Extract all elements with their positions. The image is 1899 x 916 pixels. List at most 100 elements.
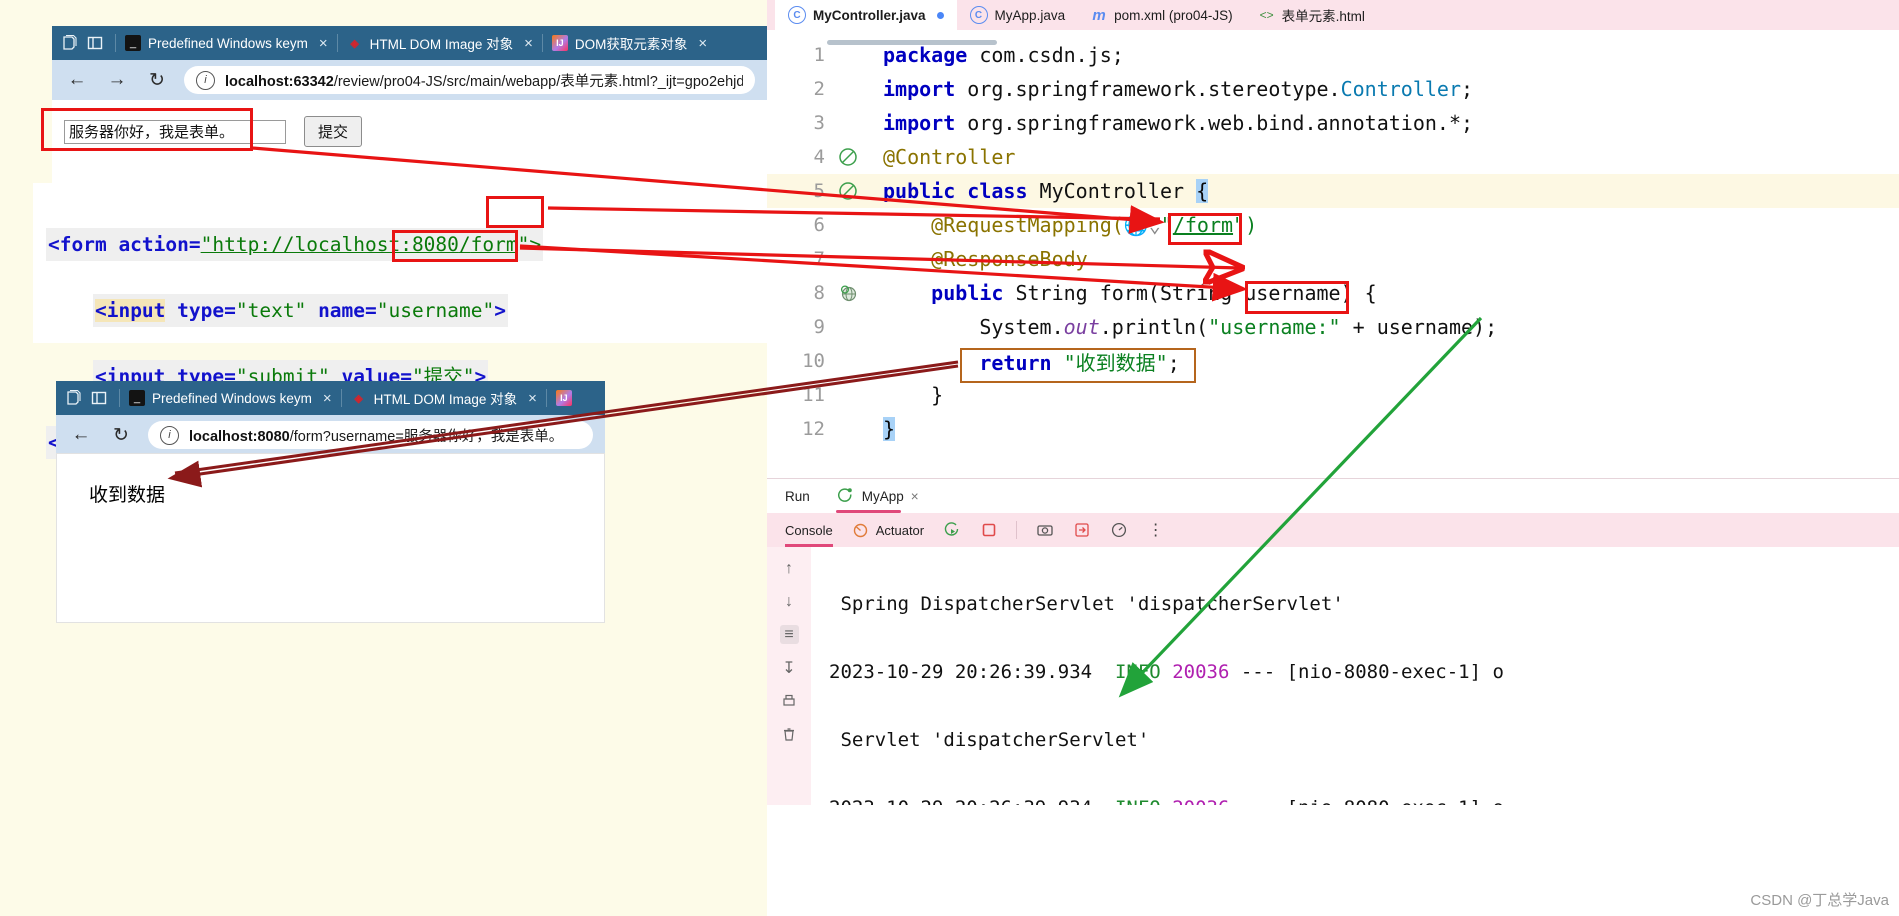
site-info-icon[interactable]: i: [160, 425, 179, 445]
code-line-7[interactable]: 7 @ResponseBody: [767, 242, 1899, 276]
stop-icon[interactable]: [979, 521, 998, 540]
console-line-3: Servlet 'dispatcherServlet': [829, 729, 1150, 751]
annotation-box-input: [41, 108, 253, 151]
ide-tab-html[interactable]: <> 表单元素.html: [1246, 0, 1378, 30]
code-text: import org.springframework.web.bind.anno…: [883, 111, 1474, 135]
src2-val1: "text": [235, 299, 307, 322]
browser2-tab-0-label: Predefined Windows keym: [152, 390, 312, 406]
browser2-tab-0-close-icon[interactable]: ×: [323, 390, 332, 407]
editor-scroll-indicator[interactable]: [827, 40, 997, 45]
spring-bean-icon[interactable]: [833, 147, 863, 167]
tabstrip-divider: [119, 389, 120, 407]
browser1-tab-0[interactable]: _ Predefined Windows keym ×: [125, 35, 328, 52]
browser1-url: localhost:63342/review/pro04-JS/src/main…: [225, 70, 743, 91]
more-options-icon[interactable]: ⋮: [1146, 521, 1165, 540]
scroll-up-icon[interactable]: ↑: [780, 559, 799, 578]
profiler-icon[interactable]: [1109, 521, 1128, 540]
run-tab-close-icon[interactable]: ×: [911, 489, 919, 504]
watermark: CSDN @丁总学Java: [1750, 892, 1889, 909]
code-line-3[interactable]: 3 import org.springframework.web.bind.an…: [767, 106, 1899, 140]
console-output-panel[interactable]: ↑ ↓ ≡ ↧ Spring DispatcherServlet 'dispat…: [767, 547, 1899, 805]
code-line-12[interactable]: 12 }: [767, 412, 1899, 446]
line-number: 2: [813, 78, 825, 100]
split-view-icon[interactable]: [84, 32, 106, 54]
browser1-tab-2-close-icon[interactable]: ×: [698, 35, 707, 52]
url-mapping-globe-icon[interactable]: 🌐⌄: [1124, 213, 1161, 237]
intellij-icon: IJ: [551, 35, 568, 51]
browser1-tab-0-close-icon[interactable]: ×: [319, 35, 328, 52]
line-number: 1: [813, 44, 825, 66]
browser2-tab-0[interactable]: _ Predefined Windows keym ×: [129, 390, 332, 407]
tab-groups-icon[interactable]: [62, 387, 84, 409]
browser1-tab-1[interactable]: ◈ HTML DOM Image 对象 ×: [347, 33, 533, 53]
browser2-page: 收到数据: [56, 453, 605, 623]
browser2-tab-1-label: HTML DOM Image 对象: [373, 392, 518, 407]
browser1-toolbar[interactable]: ← → ↻ i localhost:63342/review/pro04-JS/…: [52, 60, 767, 100]
code-line-6[interactable]: 6 @RequestMapping(🌐⌄"/form"): [767, 208, 1899, 242]
console-side-rail[interactable]: ↑ ↓ ≡ ↧: [767, 547, 811, 805]
ide-window[interactable]: C MyController.java C MyApp.java m pom.x…: [767, 0, 1899, 916]
src2-val2: "username": [376, 299, 495, 322]
console-log-text[interactable]: Spring DispatcherServlet 'dispatcherServ…: [811, 547, 1899, 805]
line-number: 4: [813, 146, 825, 168]
ide-tab-2-label: pom.xml (pro04-JS): [1114, 7, 1233, 23]
browser2-tab-1-close-icon[interactable]: ×: [528, 390, 537, 407]
camera-icon[interactable]: [1035, 521, 1054, 540]
browser2-toolbar[interactable]: ← ↻ i localhost:8080/form?username=服务器你好…: [56, 415, 605, 455]
rerun-icon[interactable]: [942, 521, 961, 540]
actuator-tab[interactable]: Actuator: [851, 513, 924, 547]
submit-button[interactable]: 提交: [304, 116, 363, 147]
soft-wrap-icon[interactable]: ≡: [779, 625, 799, 644]
scroll-to-end-icon[interactable]: ↧: [780, 658, 799, 677]
run-tab-myapp[interactable]: MyApp ×: [835, 479, 919, 513]
browser-window-primary[interactable]: _ Predefined Windows keym × ◈ HTML DOM I…: [52, 26, 767, 100]
annotation-box-param-username: [1245, 281, 1349, 314]
ide-tab-mycontroller[interactable]: C MyController.java: [775, 0, 957, 30]
tabstrip-divider: [115, 34, 116, 52]
run-toolwindow-tabstrip[interactable]: Run MyApp ×: [767, 478, 1899, 513]
export-icon[interactable]: [1072, 521, 1091, 540]
trash-icon[interactable]: [780, 724, 799, 743]
print-icon[interactable]: [780, 691, 799, 710]
browser1-url-path: /review/pro04-JS/src/main/webapp/表单元素.ht…: [333, 73, 743, 90]
browser2-address-bar[interactable]: i localhost:8080/form?username=服务器你好，我是表…: [148, 421, 593, 449]
code-text: }: [883, 383, 944, 407]
ide-tab-pom[interactable]: m pom.xml (pro04-JS): [1078, 0, 1246, 30]
code-line-4[interactable]: 4 @Controller: [767, 140, 1899, 174]
back-icon[interactable]: ←: [64, 67, 90, 93]
console-toolbar[interactable]: Console Actuator ⋮: [767, 513, 1899, 547]
ide-editor-tabstrip[interactable]: C MyController.java C MyApp.java m pom.x…: [767, 0, 1899, 30]
actuator-icon: [851, 521, 870, 540]
web-endpoint-icon[interactable]: [833, 283, 863, 303]
browser1-tab-1-close-icon[interactable]: ×: [524, 35, 533, 52]
code-line-5[interactable]: 5 public class MyController {: [767, 174, 1899, 208]
browser2-tab-1[interactable]: ◈ HTML DOM Image 对象 ×: [351, 388, 537, 408]
reload-icon[interactable]: ↻: [108, 422, 134, 448]
browser1-tab-2[interactable]: IJ DOM获取元素对象 ×: [551, 33, 707, 53]
tabstrip-divider: [340, 389, 342, 407]
spring-bean-icon[interactable]: [833, 181, 863, 201]
browser1-address-bar[interactable]: i localhost:63342/review/pro04-JS/src/ma…: [184, 66, 755, 94]
back-icon[interactable]: ←: [68, 422, 94, 448]
console-tab[interactable]: Console: [785, 513, 833, 547]
run-label[interactable]: Run: [785, 489, 810, 504]
scroll-down-icon[interactable]: ↓: [780, 592, 799, 611]
browser1-tab-0-label: Predefined Windows keym: [148, 35, 308, 51]
browser2-tab-2[interactable]: IJ: [555, 390, 579, 406]
code-line-2[interactable]: 2 import org.springframework.stereotype.…: [767, 72, 1899, 106]
browser-window-result[interactable]: _ Predefined Windows keym × ◈ HTML DOM I…: [56, 381, 605, 455]
code-text: public class MyController {: [883, 179, 1209, 203]
browser1-tabstrip[interactable]: _ Predefined Windows keym × ◈ HTML DOM I…: [52, 26, 767, 60]
code-line-9[interactable]: 9 System.out.println("username:" + usern…: [767, 310, 1899, 344]
tab-groups-icon[interactable]: [58, 32, 80, 54]
code-line-11[interactable]: 11 }: [767, 378, 1899, 412]
site-info-icon[interactable]: i: [196, 70, 215, 90]
reload-icon[interactable]: ↻: [144, 67, 170, 93]
ide-tab-myapp[interactable]: C MyApp.java: [957, 0, 1079, 30]
java-class-icon: C: [788, 6, 806, 24]
code-editor[interactable]: 1 package com.csdn.js; 2 import org.spri…: [767, 38, 1899, 478]
code-line-10[interactable]: 10 return "收到数据";: [767, 344, 1899, 378]
browser2-tabstrip[interactable]: _ Predefined Windows keym × ◈ HTML DOM I…: [56, 381, 605, 415]
forward-icon[interactable]: →: [104, 67, 130, 93]
split-view-icon[interactable]: [88, 387, 110, 409]
